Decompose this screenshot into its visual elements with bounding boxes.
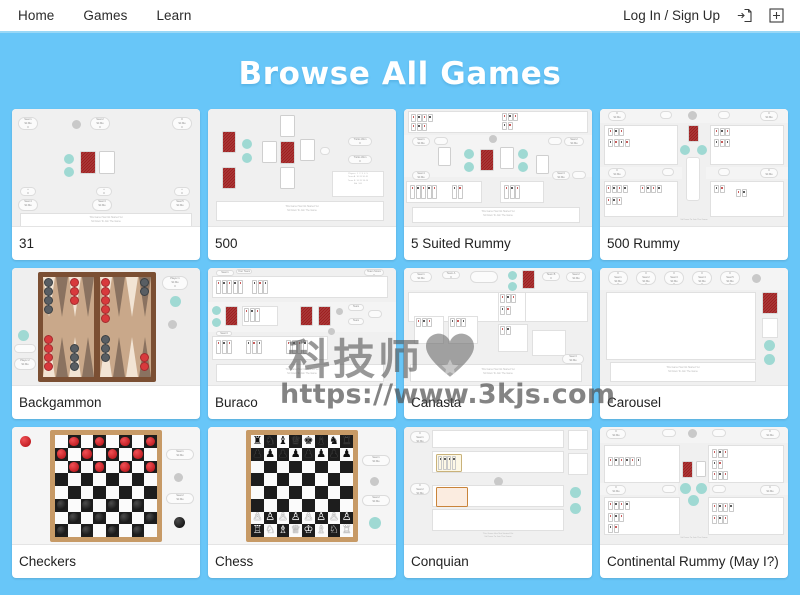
nav-links-group: Home Games Learn [18,8,191,23]
game-thumbnail-buraco: Seat 1 Your Team Team Score 0 Team Team … [208,268,396,386]
game-card-label: Carousel [607,395,662,410]
game-card-label: Buraco [215,395,258,410]
checkers-board [50,430,162,542]
nav-link-games[interactable]: Games [83,8,127,23]
game-thumbnail-500-rummy: 0 Sit Me 0 Sit Me 0 Sit Me 0 Sit Me Sit … [600,109,788,227]
game-thumbnail-chess: ♜ ♞ ♝ ♛ ♚ ♝ ♞ ♜ ♟ ♟ ♟ ♟ ♟ ♟ ♟ ♟ ♙ ♙ ♙ ♙ … [208,427,396,545]
game-card-continental-rummy[interactable]: 0 Sit Me 0 Sit Me 0 Sit Me 0 Sit Me Sit … [600,427,788,578]
game-thumbnail-continental-rummy: 0 Sit Me 0 Sit Me 0 Sit Me 0 Sit Me Sit … [600,427,788,545]
game-thumbnail-checkers: Seat 1 Sit Me Seat 2 Sit Me [12,427,200,545]
game-card-carousel[interactable]: 0 Seat 1 Sit Me 0 0 Seat 2 Sit Me 0 0 Seat 3 Sit… [600,268,788,419]
game-card-label: 5 Suited Rummy [411,236,511,251]
game-card-500[interactable]: Tricks Won 0 Tricks Won 0 Players 1 2 3 4 … [208,109,396,260]
game-card-label: Backgammon [19,395,102,410]
nav-actions-group: Log In / Sign Up [623,6,786,25]
game-thumbnail-backgammon: Player 1 Sit Me 0 Player 2 Sit Me [12,268,200,386]
game-card-checkers[interactable]: Seat 1 Sit Me Seat 2 Sit Me Checkers [12,427,200,578]
game-card-label: Canasta [411,395,462,410]
top-navigation-bar: Home Games Learn Log In / Sign Up [0,0,800,33]
game-thumbnail-canasta: Seat 1 Sit Me Team A0 Team B0 Seat 2 Sit M… [404,268,592,386]
game-thumbnail-conquian: 0 Seat 1 Sit Me 0 Seat 2 Sit Me This Game Ha… [404,427,592,545]
game-card-backgammon[interactable]: Player 1 Sit Me 0 Player 2 Sit Me Backgammo… [12,268,200,419]
nav-link-home[interactable]: Home [18,8,54,23]
game-thumbnail-5-suited-rummy: Seat 1 Sit Me Seat 2 Sit Me Seat 4 Sit Me S… [404,109,592,227]
game-card-label: Conquian [411,554,469,569]
new-table-plus-icon[interactable] [767,6,786,25]
game-card-label: 500 [215,236,238,251]
login-page-icon[interactable] [735,6,754,25]
game-card-label: 500 Rummy [607,236,680,251]
game-card-label: Continental Rummy (May I?) [607,554,779,569]
game-card-label: 31 [19,236,35,251]
game-thumbnail-carousel: 0 Seat 1 Sit Me 0 0 Seat 2 Sit Me 0 0 Seat 3 Sit… [600,268,788,386]
game-card-5-suited-rummy[interactable]: Seat 1 Sit Me Seat 2 Sit Me Seat 4 Sit Me S… [404,109,592,260]
game-thumbnail-31: Seat 1 Sit Me 0 Seat 2 Sit Me 0 0 Sit Me 0 +0 … [12,109,200,227]
game-card-label: Checkers [19,554,77,569]
game-card-31[interactable]: Seat 1 Sit Me 0 Seat 2 Sit Me 0 0 Sit Me 0 +0 … [12,109,200,260]
game-card-chess[interactable]: ♜ ♞ ♝ ♛ ♚ ♝ ♞ ♜ ♟ ♟ ♟ ♟ ♟ ♟ ♟ ♟ ♙ ♙ ♙ ♙ … [208,427,396,578]
game-card-label: Chess [215,554,254,569]
page-title: Browse All Games [238,56,562,92]
games-grid: Seat 1 Sit Me 0 Seat 2 Sit Me 0 0 Sit Me 0 +0 … [0,109,800,578]
checkers-side-rail: Seat 1 Sit Me Seat 2 Sit Me [162,431,198,543]
chess-side-rail: Seat 1 Sit Me Seat 2 Sit Me [358,431,394,543]
game-card-conquian[interactable]: 0 Seat 1 Sit Me 0 Seat 2 Sit Me This Game Ha… [404,427,592,578]
log-in-sign-up-link[interactable]: Log In / Sign Up [623,8,720,23]
nav-link-learn[interactable]: Learn [156,8,191,23]
game-card-buraco[interactable]: Seat 1 Your Team Team Score 0 Team Team … [208,268,396,419]
backgammon-board [38,272,156,382]
chess-board: ♜ ♞ ♝ ♛ ♚ ♝ ♞ ♜ ♟ ♟ ♟ ♟ ♟ ♟ ♟ ♟ ♙ ♙ ♙ ♙ … [246,430,358,542]
game-card-500-rummy[interactable]: 0 Sit Me 0 Sit Me 0 Sit Me 0 Sit Me Sit … [600,109,788,260]
game-card-canasta[interactable]: Seat 1 Sit Me Team A0 Team B0 Seat 2 Sit M… [404,268,592,419]
game-thumbnail-500: Tricks Won 0 Tricks Won 0 Players 1 2 3 4 … [208,109,396,227]
